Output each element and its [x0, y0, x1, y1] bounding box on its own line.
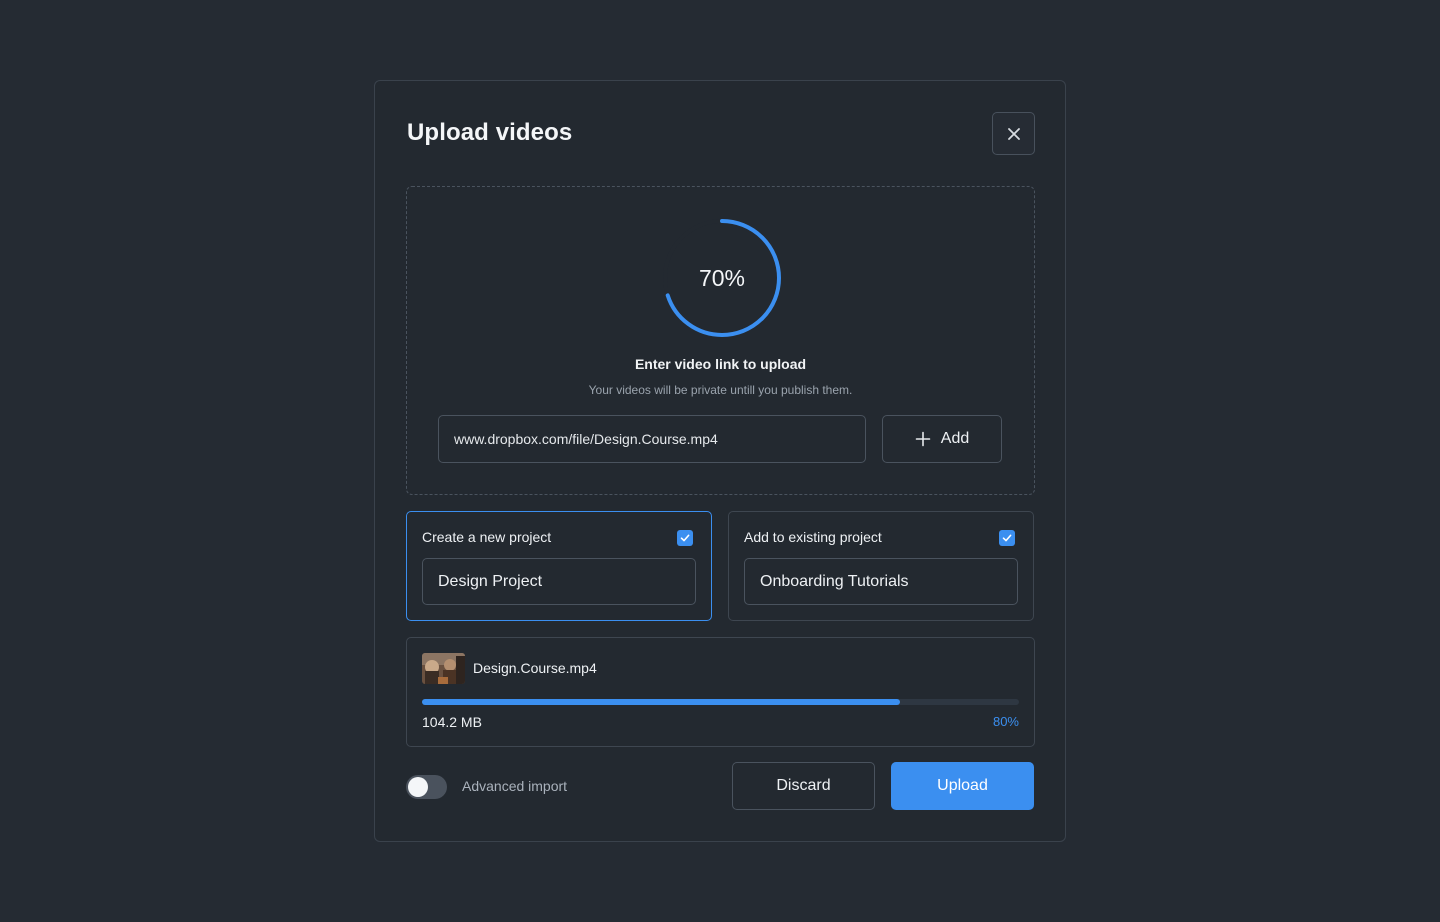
upload-progress-ring: 70%: [660, 216, 784, 340]
new-project-name-field[interactable]: Design Project: [422, 558, 696, 605]
plus-icon: [915, 431, 931, 447]
dropzone-title: Enter video link to upload: [634, 356, 807, 372]
add-link-button[interactable]: Add: [882, 415, 1002, 463]
video-link-input[interactable]: [438, 415, 866, 463]
file-name: Design.Course.mp4: [473, 660, 597, 676]
toggle-knob: [408, 777, 428, 797]
existing-project-checkbox[interactable]: [999, 530, 1015, 546]
check-icon: [680, 534, 690, 542]
close-icon: [1007, 127, 1020, 140]
upload-videos-modal: Upload videos 70% Enter video link to up…: [374, 80, 1066, 842]
add-button-label: Add: [940, 430, 970, 447]
new-project-checkbox[interactable]: [677, 530, 693, 546]
existing-project-label: Add to existing project: [744, 529, 882, 545]
file-size: 104.2 MB: [422, 714, 482, 730]
dropzone-subtitle: Your videos will be private untill you p…: [588, 383, 853, 397]
upload-button[interactable]: Upload: [891, 762, 1034, 810]
file-upload-item: Design.Course.mp4 104.2 MB 80%: [406, 637, 1035, 747]
file-progress-bar: [422, 699, 1019, 705]
discard-button[interactable]: Discard: [732, 762, 875, 810]
advanced-import-toggle[interactable]: [406, 775, 447, 799]
new-project-card[interactable]: Create a new project Design Project: [406, 511, 712, 621]
check-icon: [1002, 534, 1012, 542]
file-progress-fill: [422, 699, 900, 705]
modal-title: Upload videos: [407, 119, 573, 146]
advanced-import-label: Advanced import: [462, 778, 568, 794]
video-thumbnail: [422, 653, 465, 684]
close-button[interactable]: [992, 112, 1035, 155]
progress-percent-label: 70%: [698, 264, 746, 291]
file-progress-percent: 80%: [992, 714, 1019, 729]
existing-project-card[interactable]: Add to existing project Onboarding Tutor…: [728, 511, 1034, 621]
new-project-label: Create a new project: [422, 529, 552, 545]
dropzone[interactable]: 70% Enter video link to upload Your vide…: [406, 186, 1035, 495]
existing-project-select[interactable]: Onboarding Tutorials: [744, 558, 1018, 605]
